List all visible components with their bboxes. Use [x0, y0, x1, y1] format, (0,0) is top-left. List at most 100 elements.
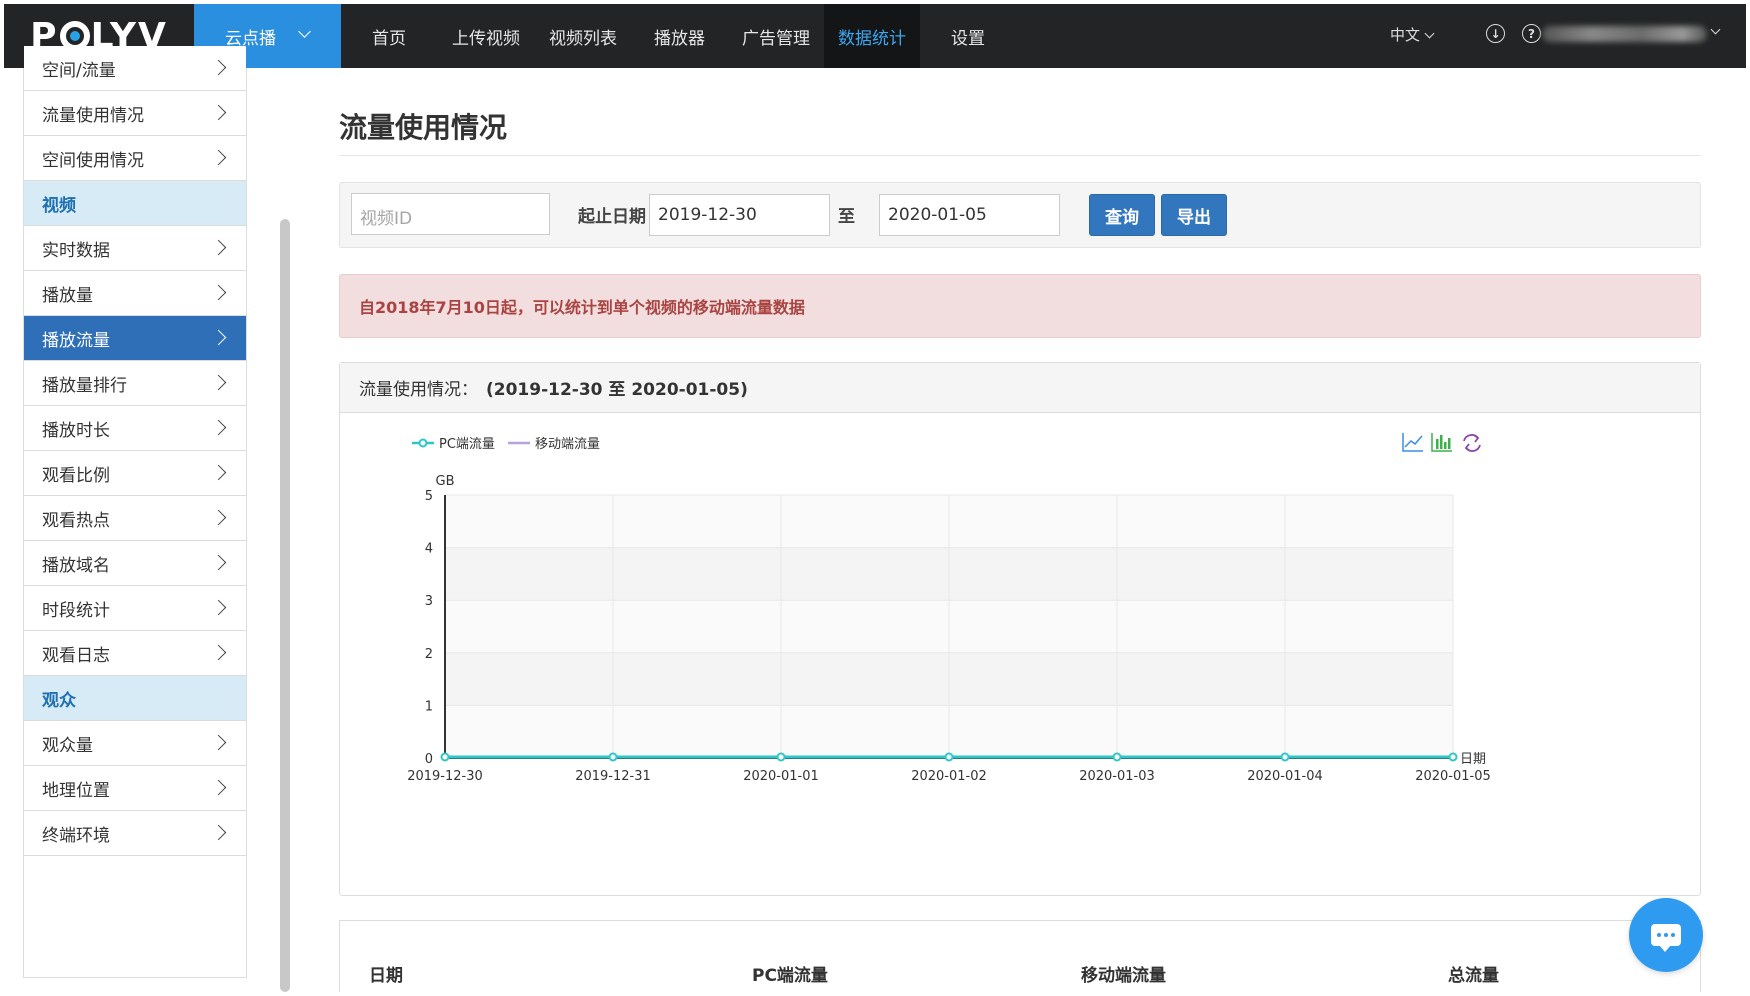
sidebar-section: 视频	[24, 181, 246, 226]
traffic-line-chart: 0 1 2 3 4 5 2019-12-30 2019-12-31 2020-01-01 2020…	[407, 433, 1491, 784]
bar-chart-icon-bar	[1440, 435, 1443, 449]
y-tick-label: 1	[425, 699, 433, 714]
chevron-right-icon	[210, 149, 227, 166]
sidebar-item[interactable]: 时段统计	[24, 586, 246, 631]
bar-chart-icon-bar	[1444, 442, 1447, 449]
y-tick-label: 5	[425, 489, 433, 504]
line-chart-icon-line	[1404, 435, 1423, 448]
traffic-table: 日期 PC端流量 移动端流量 总流量	[339, 920, 1701, 992]
sidebar-item[interactable]: 地理位置	[24, 766, 246, 811]
legend-label: 移动端流量	[535, 437, 600, 452]
x-tick-label: 2019-12-30	[407, 769, 483, 784]
x-tick-label: 2020-01-02	[911, 769, 987, 784]
series-point-pc	[440, 752, 450, 762]
sidebar-item-label: 观众量	[42, 735, 93, 756]
sidebar-item[interactable]: 观看日志	[24, 631, 246, 676]
table-header-mobile: 移动端流量	[1081, 966, 1166, 986]
sidebar-item-label: 空间/流量	[42, 60, 116, 81]
refresh-icon-head	[1464, 443, 1471, 452]
chevron-right-icon	[210, 374, 227, 391]
sidebar-item[interactable]: 空间使用情况	[24, 136, 246, 181]
table-header-date: 日期	[369, 966, 403, 986]
page-title: 流量使用情况	[339, 111, 508, 144]
refresh-icon[interactable]	[1463, 434, 1481, 452]
sidebar-item-label: 播放流量	[42, 330, 110, 351]
chevron-right-icon	[210, 644, 227, 661]
sidebar-item[interactable]: 空间/流量	[24, 46, 246, 91]
sidebar-item-label: 播放域名	[42, 555, 110, 576]
nav-player[interactable]: 播放器	[631, 4, 728, 68]
legend-marker	[418, 438, 428, 448]
sidebar-item-label: 空间使用情况	[42, 150, 144, 171]
chevron-right-icon	[210, 419, 227, 436]
chevron-down-icon	[1710, 24, 1721, 35]
sidebar-item[interactable]: 播放时长	[24, 406, 246, 451]
line-chart-icon[interactable]	[1402, 433, 1423, 452]
top-navbar: P LYV 云点播 首页 上传视频 视频列表 播放器 广告管理 数据统计 设置 中文 ↓ ?	[4, 4, 1746, 68]
end-date-input[interactable]: 2020-01-05	[879, 194, 1060, 236]
sidebar-item-label: 观众	[42, 690, 76, 711]
nav-data-statistics[interactable]: 数据统计	[824, 4, 920, 68]
series-point-pc	[944, 752, 954, 762]
sidebar-item[interactable]: 播放流量	[24, 316, 246, 361]
nav-ad-management[interactable]: 广告管理	[728, 4, 824, 68]
export-button[interactable]: 导出	[1161, 194, 1227, 236]
title-divider	[339, 155, 1701, 156]
sidebar-item[interactable]: 流量使用情况	[24, 91, 246, 136]
filter-bar: 视频ID 起止日期 2019-12-30 至 2020-01-05 查询 导出	[339, 182, 1701, 248]
nav-video-list[interactable]: 视频列表	[535, 4, 631, 68]
chevron-right-icon	[210, 284, 227, 301]
sidebar-item[interactable]: 实时数据	[24, 226, 246, 271]
chevron-right-icon	[210, 824, 227, 841]
y-tick-label: 3	[425, 594, 433, 609]
sidebar: 空间/流量流量使用情况 空间使用情况 视频实时数据 播放量播放流量播放量排行 播放时长观…	[23, 46, 247, 978]
query-button[interactable]: 查询	[1089, 194, 1155, 236]
chevron-down-icon	[1424, 28, 1435, 39]
sidebar-item-label: 地理位置	[42, 780, 110, 801]
sidebar-item-label: 观看比例	[42, 465, 110, 486]
legend-label: PC端流量	[439, 437, 495, 452]
sidebar-item-label: 视频	[42, 195, 76, 216]
start-date-input[interactable]: 2019-12-30	[649, 194, 830, 236]
sidebar-item[interactable]: 观看热点	[24, 496, 246, 541]
video-id-input[interactable]: 视频ID	[351, 193, 550, 235]
sidebar-item[interactable]: 观众量	[24, 721, 246, 766]
nav-home[interactable]: 首页	[341, 4, 437, 68]
chevron-right-icon	[210, 734, 227, 751]
sidebar-item[interactable]: 观看比例	[24, 451, 246, 496]
download-icon[interactable]: ↓	[1486, 24, 1505, 43]
sidebar-item-label: 流量使用情况	[42, 105, 144, 126]
sidebar-item[interactable]: 播放域名	[24, 541, 246, 586]
nav-settings[interactable]: 设置	[920, 4, 1016, 68]
sidebar-item-label: 终端环境	[42, 825, 110, 846]
refresh-icon-head	[1473, 434, 1480, 443]
series-point-pc	[776, 752, 786, 762]
x-axis-label: 日期	[1460, 752, 1486, 767]
chart-legend: PC端流量 移动端流量	[412, 437, 600, 452]
chevron-down-icon	[298, 25, 311, 38]
chevron-right-icon	[210, 509, 227, 526]
sidebar-item[interactable]: 播放量排行	[24, 361, 246, 406]
sidebar-item[interactable]: 终端环境	[24, 811, 246, 856]
bar-chart-icon[interactable]	[1431, 433, 1452, 452]
language-switcher[interactable]: 中文	[1390, 24, 1435, 45]
y-tick-label: 0	[425, 752, 433, 767]
app-window: P LYV 云点播 首页 上传视频 视频列表 播放器 广告管理 数据统计 设置 中文 ↓ ? …	[4, 4, 1746, 992]
sidebar-item-label: 观看日志	[42, 645, 110, 666]
user-account-blurred[interactable]	[1542, 26, 1707, 42]
panel-heading: 流量使用情况： (2019-12-30 至 2020-01-05)	[340, 363, 1700, 413]
sidebar-item[interactable]: 播放量	[24, 271, 246, 316]
product-label: 云点播	[225, 28, 276, 49]
chat-support-button[interactable]	[1629, 898, 1703, 972]
language-label: 中文	[1390, 26, 1421, 44]
sidebar-item-label: 时段统计	[42, 600, 110, 621]
x-tick-label: 2019-12-31	[575, 769, 651, 784]
series-point-pc	[1448, 752, 1458, 762]
series-point-pc	[1280, 752, 1290, 762]
sidebar-scrollbar[interactable]	[280, 219, 290, 992]
nav-upload-video[interactable]: 上传视频	[437, 4, 535, 68]
y-axis-label: GB	[436, 474, 455, 489]
chevron-right-icon	[210, 59, 227, 76]
help-icon[interactable]: ?	[1522, 24, 1541, 43]
chevron-right-icon	[210, 779, 227, 796]
